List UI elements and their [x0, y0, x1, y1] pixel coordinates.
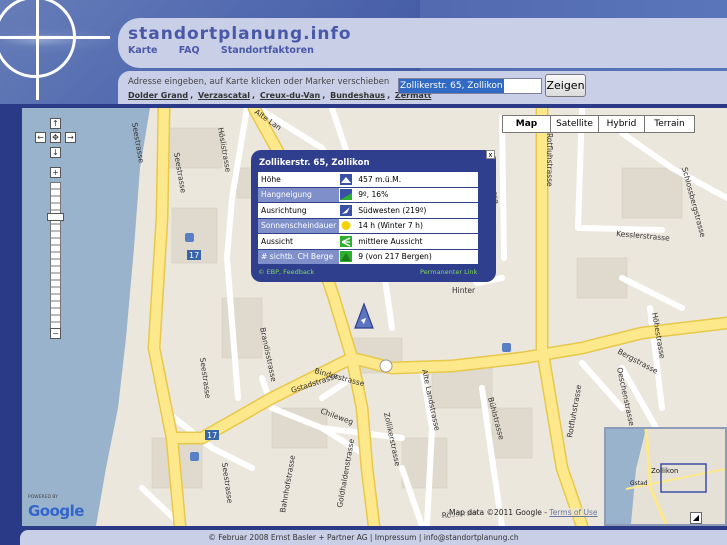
overview-map-tiles: Zollikon Gstad [606, 429, 725, 524]
maptype-satellite-button[interactable]: Satellite [550, 115, 599, 133]
mountain-icon [340, 173, 353, 185]
site-title[interactable]: standortplanung.info [128, 24, 352, 44]
maptype-hybrid-button[interactable]: Hybrid [598, 115, 645, 133]
pan-right-button[interactable]: → [65, 132, 76, 143]
info-label: # sichtb. CH Berge [258, 249, 340, 265]
info-value: 9 (von 217 Bergen) [355, 249, 478, 265]
svg-text:Oeschenstrasse: Oeschenstrasse [615, 367, 636, 428]
powered-by-text: POWERED BY [28, 495, 59, 500]
nav-karte[interactable]: Karte [128, 45, 157, 56]
view-icon [340, 235, 353, 247]
peak-icon [340, 251, 353, 263]
svg-text:17: 17 [189, 251, 199, 260]
pan-down-button[interactable]: ↓ [50, 147, 61, 158]
svg-text:Rotfluhstrasse: Rotfluhstrasse [545, 133, 554, 187]
map-copyright-text: Map data ©2011 Google - [449, 508, 550, 517]
pan-left-button[interactable]: ← [35, 132, 46, 143]
terms-of-use-link[interactable]: Terms of Use [549, 508, 597, 517]
quicklink-bundeshaus[interactable]: Bundeshaus [330, 91, 385, 100]
quicklinks: Dolder Grand, Verzascatal, Creux-du-Van,… [128, 91, 432, 100]
info-window-title: Zollikerstr. 65, Zollikon [259, 158, 370, 168]
info-value: 9º, 16% [355, 187, 478, 203]
crosshair-vertical [36, 0, 39, 100]
info-window-close-button[interactable]: x [486, 150, 495, 159]
info-row-hoehe: Höhe 457 m.ü.M. [258, 172, 478, 188]
svg-text:Rotfluhstrasse: Rotfluhstrasse [565, 384, 583, 439]
zoom-slider-handle[interactable] [47, 213, 64, 221]
footer-text: © Februar 2008 Ernst Basler + Partner AG… [208, 533, 519, 542]
zoom-slider[interactable] [50, 182, 61, 330]
info-row-aussicht: Aussicht mittlere Aussicht [258, 233, 478, 250]
quicklink-verzascatal[interactable]: Verzascatal [198, 91, 250, 100]
info-label: Höhe [258, 172, 340, 188]
info-label: Ausrichtung [258, 202, 340, 219]
info-row-ausrichtung: Ausrichtung Südwesten (219º) [258, 202, 478, 219]
map-copyright: Map data ©2011 Google - Terms of Use [449, 508, 598, 517]
quicklink-dolder-grand[interactable]: Dolder Grand [128, 91, 188, 100]
sun-icon [341, 221, 351, 231]
zeigen-button[interactable]: Zeigen [545, 74, 586, 97]
overview-label-zollikon: Zollikon [651, 467, 678, 475]
svg-text:Goldhaldenstrasse: Goldhaldenstrasse [335, 438, 356, 509]
main-nav: Karte FAQ Standortfaktoren [128, 45, 332, 56]
overview-map[interactable]: Zollikon Gstad [604, 427, 727, 526]
overview-label-gstad: Gstad [630, 480, 648, 487]
location-info-table: Höhe 457 m.ü.M. Hangneigung 9º, 16% Ausr… [258, 172, 478, 265]
overview-toggle-button[interactable]: ◢ [690, 512, 702, 524]
quicklink-creux-du-van[interactable]: Creux-du-Van [260, 91, 320, 100]
zoom-out-button[interactable]: − [50, 328, 61, 339]
info-value: 14 h (Winter 7 h) [355, 218, 478, 234]
google-logo-text[interactable]: Google [28, 502, 84, 520]
info-label: Hangneigung [258, 187, 340, 203]
compass-icon [340, 204, 353, 216]
slope-icon [340, 189, 353, 201]
location-marker-icon[interactable] [352, 302, 376, 330]
svg-text:Bahnhofstrasse: Bahnhofstrasse [278, 454, 297, 513]
address-input-value[interactable]: Zollikerstr. 65, Zollikon [399, 79, 504, 93]
info-value: 457 m.ü.M. [355, 172, 478, 188]
svg-text:Seestrasse: Seestrasse [220, 462, 235, 504]
pan-up-button[interactable]: ↑ [50, 118, 61, 129]
nav-standortfaktoren[interactable]: Standortfaktoren [221, 45, 314, 56]
svg-text:17: 17 [207, 431, 217, 440]
nav-faq[interactable]: FAQ [179, 45, 200, 56]
maptype-terrain-button[interactable]: Terrain [644, 115, 695, 133]
svg-text:Seestrasse: Seestrasse [198, 357, 213, 399]
crosshair-horizontal [0, 36, 110, 39]
info-row-sonnenscheindauer: Sonnenscheindauer 14 h (Winter 7 h) [258, 218, 478, 234]
maptype-map-button[interactable]: Map [502, 115, 551, 133]
permalink-link[interactable]: Permanenter Link [420, 268, 477, 276]
info-row-sichtbare-berge: # sichtb. CH Berge 9 (von 217 Bergen) [258, 249, 478, 265]
zoom-in-button[interactable]: + [50, 167, 61, 178]
info-row-hangneigung: Hangneigung 9º, 16% [258, 187, 478, 203]
info-label: Aussicht [258, 233, 340, 250]
feedback-link[interactable]: © EBP, Feedback [258, 268, 314, 276]
info-value: Südwesten (219º) [355, 202, 478, 219]
svg-text:Hinter: Hinter [452, 286, 476, 295]
pan-center-button[interactable]: ✥ [50, 132, 61, 143]
info-label: Sonnenscheindauer [258, 218, 340, 234]
search-hint: Adresse eingeben, auf Karte klicken oder… [128, 77, 390, 87]
info-value: mittlere Aussicht [355, 233, 478, 250]
google-logo[interactable]: Google [28, 502, 84, 520]
